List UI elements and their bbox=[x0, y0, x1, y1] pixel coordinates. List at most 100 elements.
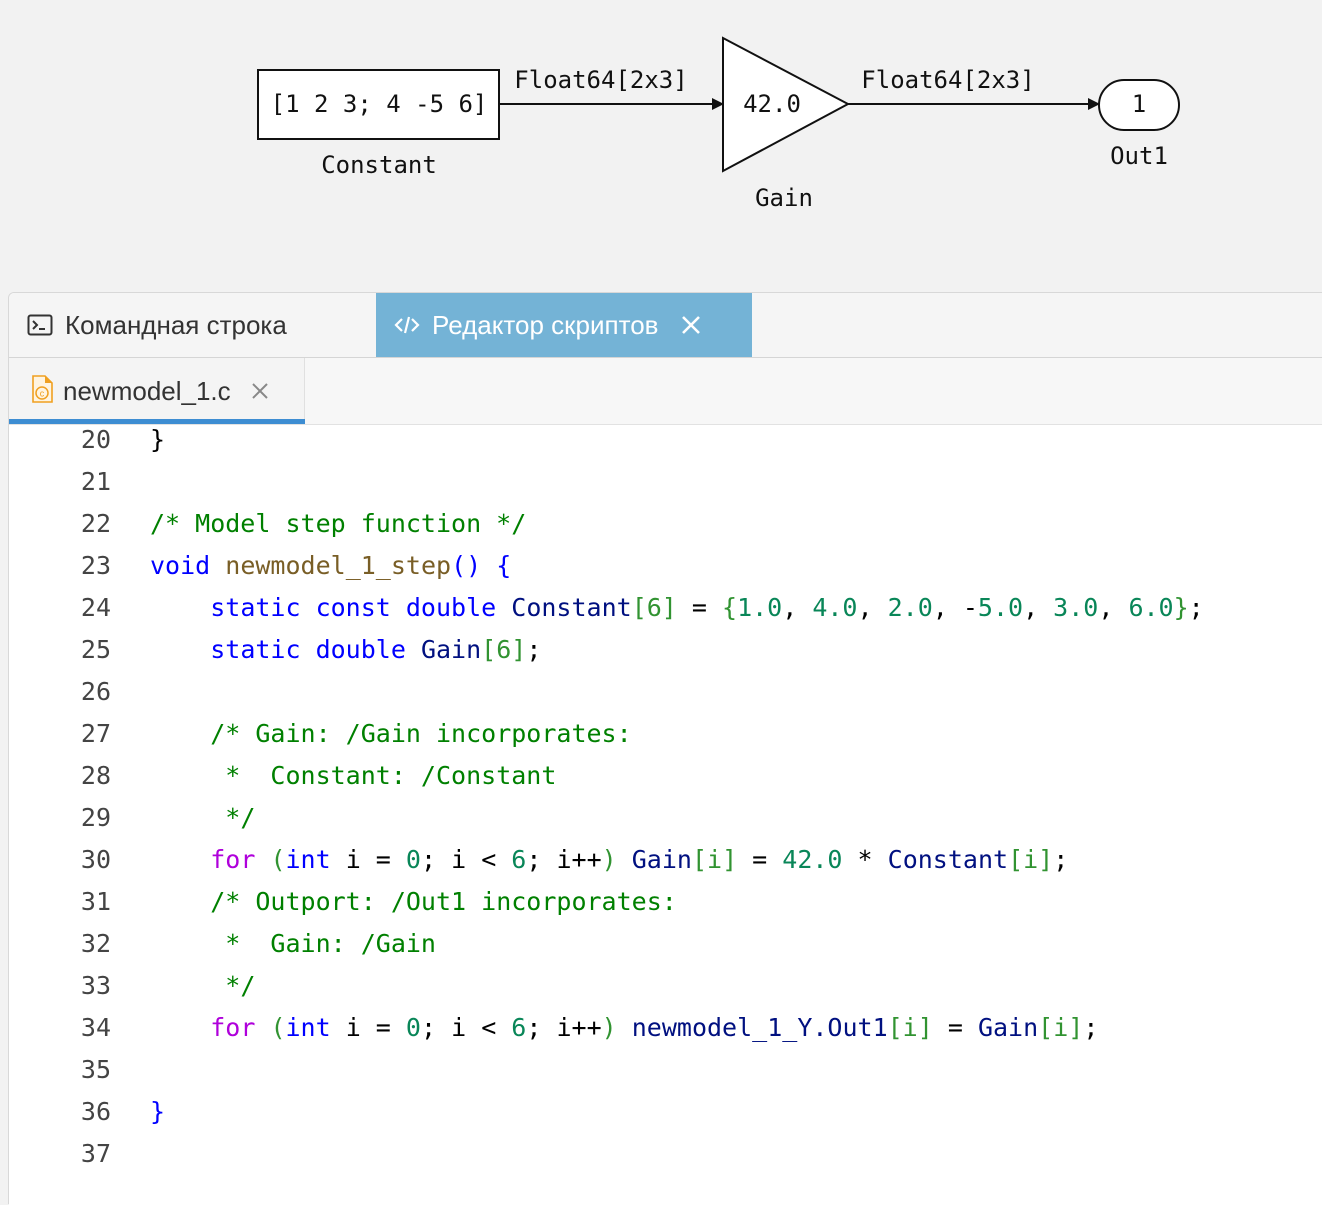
code-token: = bbox=[737, 845, 783, 874]
code-token: 1.0 bbox=[737, 593, 783, 622]
code-token: [i] bbox=[1008, 845, 1054, 874]
svg-text:c: c bbox=[40, 388, 45, 398]
tab-command-line[interactable]: Командная строка bbox=[27, 293, 367, 357]
line-source: /* Model step function */ bbox=[150, 503, 526, 545]
signal-line-2[interactable]: Float64[2x3] bbox=[848, 66, 1100, 110]
line-source: /* Gain: /Gain incorporates: bbox=[150, 713, 631, 755]
line-number: 24 bbox=[80, 593, 111, 622]
code-token: } bbox=[1173, 593, 1189, 622]
signal-line-1[interactable]: Float64[2x3] bbox=[499, 66, 724, 110]
code-token: ( bbox=[270, 845, 286, 874]
code-token: newmodel_1_Y.Out1 bbox=[631, 1013, 888, 1042]
line-number: 31 bbox=[80, 887, 111, 916]
line-source: static double Gain[6]; bbox=[150, 629, 541, 671]
tab-command-line-label: Командная строка bbox=[65, 309, 287, 340]
code-token: , bbox=[782, 593, 813, 622]
code-token: /* Model step function */ bbox=[150, 509, 527, 538]
code-token: Gain bbox=[631, 845, 692, 874]
line-number: 23 bbox=[80, 551, 111, 580]
line-number: 28 bbox=[80, 761, 111, 790]
code-token: */ bbox=[210, 971, 256, 1000]
file-tab-bar: c newmodel_1.c bbox=[9, 358, 1322, 425]
code-token: 0 bbox=[405, 845, 421, 874]
gain-label: Gain bbox=[755, 184, 813, 212]
line-number: 27 bbox=[80, 719, 111, 748]
code-token: newmodel_1_step bbox=[225, 551, 452, 580]
code-token: Constant bbox=[511, 593, 632, 622]
code-token: [i] bbox=[1038, 1013, 1084, 1042]
code-token: ; bbox=[1053, 845, 1069, 874]
constant-block[interactable]: [1 2 3; 4 -5 6] Constant bbox=[257, 69, 500, 179]
panel-tab-bar: Командная строка Редактор скриптов bbox=[9, 293, 1322, 358]
code-token: Gain bbox=[977, 1013, 1039, 1042]
line-number: 25 bbox=[80, 635, 111, 664]
code-token: { bbox=[722, 593, 738, 622]
line-number: 20 bbox=[80, 425, 111, 454]
code-token: [i] bbox=[691, 845, 738, 874]
line-number: 35 bbox=[80, 1055, 111, 1084]
line-source: */ bbox=[150, 965, 255, 1007]
code-token: ; bbox=[1083, 1013, 1099, 1042]
line-source: * Gain: /Gain bbox=[150, 923, 436, 965]
close-icon[interactable] bbox=[680, 314, 702, 336]
code-token: 42.0 bbox=[782, 845, 843, 874]
code-token: 0 bbox=[405, 1013, 421, 1042]
line-source: */ bbox=[150, 797, 255, 839]
line-source: * Constant: /Constant bbox=[150, 755, 556, 797]
line-number: 29 bbox=[80, 803, 111, 832]
code-token: 2.0 bbox=[887, 593, 933, 622]
outport-block[interactable]: 1 Out1 bbox=[1098, 79, 1180, 170]
tab-script-editor[interactable]: Редактор скриптов bbox=[376, 293, 752, 357]
line-number: 30 bbox=[80, 845, 111, 874]
code-token: , bbox=[1023, 593, 1054, 622]
close-file-icon[interactable] bbox=[251, 382, 269, 400]
code-token: 6.0 bbox=[1128, 593, 1174, 622]
block-diagram: [1 2 3; 4 -5 6] Constant Float64[2x3] 42… bbox=[257, 36, 1180, 212]
code-token: Constant bbox=[887, 845, 1009, 874]
code-token: , - bbox=[932, 593, 978, 622]
code-token: i = bbox=[330, 845, 406, 874]
code-token: () { bbox=[451, 551, 512, 580]
code-token: } bbox=[150, 425, 166, 454]
code-token: /* Outport: /Out1 incorporates: bbox=[210, 887, 677, 916]
code-token: for bbox=[210, 1013, 256, 1042]
line-number: 21 bbox=[80, 467, 111, 496]
model-canvas[interactable]: [1 2 3; 4 -5 6] Constant Float64[2x3] 42… bbox=[0, 0, 1322, 292]
code-editor[interactable]: 20} 21 22 /* Model step function */ 23 void n… bbox=[9, 425, 1322, 1205]
terminal-icon bbox=[27, 314, 53, 336]
code-token: } bbox=[150, 1097, 166, 1126]
code-token: 6 bbox=[511, 1013, 527, 1042]
outport-value: 1 bbox=[1132, 90, 1146, 118]
code-token: ; i < bbox=[420, 845, 512, 874]
outport-label: Out1 bbox=[1110, 142, 1168, 170]
bottom-panel: Командная строка Редактор скриптов c new… bbox=[8, 292, 1322, 1205]
code-token: , bbox=[857, 593, 888, 622]
code-token: */ bbox=[210, 803, 256, 832]
constant-label: Constant bbox=[321, 151, 437, 179]
code-token: = bbox=[932, 1013, 978, 1042]
line-source: for (int i = 0; i < 6; i++) newmodel_1_Y… bbox=[150, 1007, 1098, 1049]
file-tab[interactable]: c newmodel_1.c bbox=[9, 358, 305, 424]
file-tab-name: newmodel_1.c bbox=[63, 375, 231, 406]
gain-block[interactable]: 42.0 Gain bbox=[722, 36, 851, 212]
code-token: ; bbox=[1188, 593, 1204, 622]
code-token: ; i++ bbox=[526, 845, 602, 874]
line-number: 22 bbox=[80, 509, 111, 538]
code-token: void bbox=[150, 551, 211, 580]
line-source: for (int i = 0; i < 6; i++) Gain[i] = 42… bbox=[150, 839, 1068, 881]
code-token: ) bbox=[601, 1013, 617, 1042]
active-file-underline bbox=[9, 419, 305, 424]
line-number: 37 bbox=[80, 1139, 111, 1168]
code-token: ; i < bbox=[420, 1013, 512, 1042]
